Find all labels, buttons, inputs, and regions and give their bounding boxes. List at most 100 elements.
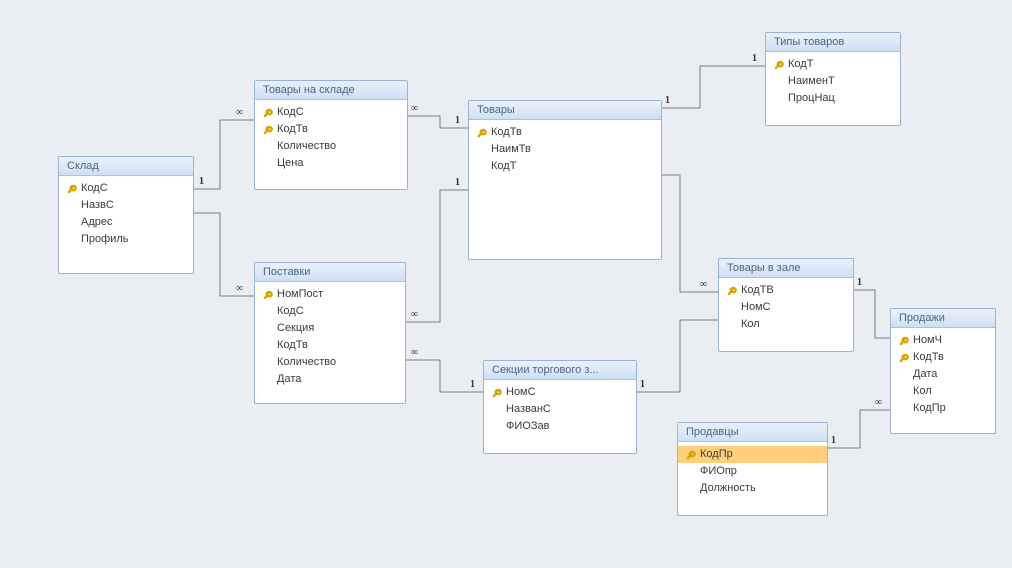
table-tovary[interactable]: Товары КодТв НаимТвКодТ [468,100,662,260]
field-name: Кол [739,317,760,332]
primary-key-icon [261,108,275,118]
field-name: КодТв [275,122,308,137]
card-1: 1 [470,379,475,390]
field-name: НаименТ [786,74,835,89]
card-1: 1 [665,95,670,106]
field-row[interactable]: КодТв [891,349,995,366]
table-title[interactable]: Товары на складе [255,81,407,100]
field-row[interactable]: КодС [255,303,405,320]
table-title[interactable]: Поставки [255,263,405,282]
field-name: Должность [698,481,756,496]
primary-key-icon [725,286,739,296]
field-row[interactable]: НомПост [255,286,405,303]
field-name: КодПр [911,401,946,416]
field-row[interactable]: КодТв [255,121,407,138]
primary-key-icon [772,60,786,70]
table-title[interactable]: Типы товаров [766,33,900,52]
key-icon [727,286,737,296]
field-row[interactable]: НаимТв [469,141,661,158]
field-name: Секция [275,321,314,336]
field-row[interactable]: КодТ [766,56,900,73]
field-row[interactable]: ФИОпр [678,463,827,480]
field-row[interactable]: Кол [891,383,995,400]
primary-key-icon [65,184,79,194]
field-name: НаимТв [489,142,531,157]
field-row[interactable]: КодТв [469,124,661,141]
card-inf: ∞ [875,397,882,408]
table-tovary-na-sklade[interactable]: Товары на складе КодСКодТв Количество Цена [254,80,408,190]
field-row[interactable]: ПроцНац [766,90,900,107]
primary-key-icon [490,388,504,398]
key-icon [899,336,909,346]
table-tipy-tovarov[interactable]: Типы товаров КодТ НаименТ ПроцНац [765,32,901,126]
field-row[interactable]: Количество [255,354,405,371]
field-row[interactable]: Адрес [59,214,193,231]
card-inf: ∞ [236,283,243,294]
card-inf: ∞ [700,279,707,290]
field-row[interactable]: Дата [891,366,995,383]
field-name: КодТв [911,350,944,365]
key-icon [263,290,273,300]
field-name: НомС [739,300,771,315]
card-1: 1 [455,177,460,188]
field-name: КодТв [489,125,522,140]
field-row[interactable]: Должность [678,480,827,497]
field-row[interactable]: ФИОЗав [484,418,636,435]
field-row[interactable]: КодПр [891,400,995,417]
field-row[interactable]: Количество [255,138,407,155]
field-row[interactable]: КодС [59,180,193,197]
field-row[interactable]: Дата [255,371,405,388]
field-name: Количество [275,139,336,154]
field-row[interactable]: КодТ [469,158,661,175]
field-row[interactable]: НаименТ [766,73,900,90]
field-row[interactable]: НомС [719,299,853,316]
card-1: 1 [752,53,757,64]
field-row[interactable]: НомС [484,384,636,401]
table-title[interactable]: Продавцы [678,423,827,442]
field-row[interactable]: НазванС [484,401,636,418]
key-icon [67,184,77,194]
card-1: 1 [640,379,645,390]
table-sklad[interactable]: Склад КодСНазвСАдресПрофиль [58,156,194,274]
field-row[interactable]: Профиль [59,231,193,248]
card-inf: ∞ [411,103,418,114]
field-name: Дата [911,367,937,382]
table-title[interactable]: Склад [59,157,193,176]
field-row[interactable]: НазвС [59,197,193,214]
table-sektsii[interactable]: Секции торгового з... НомСНазванС ФИОЗав [483,360,637,454]
field-row[interactable]: КодТВ [719,282,853,299]
field-name: ФИОпр [698,464,737,479]
field-row[interactable]: КодС [255,104,407,121]
field-row[interactable]: Цена [255,155,407,172]
field-name: КодТ [786,57,813,72]
card-inf: ∞ [411,309,418,320]
field-name: ПроцНац [786,91,835,106]
table-prodazhi[interactable]: Продажи НомЧ КодТв ДатаКолКодПр [890,308,996,434]
er-diagram-canvas[interactable]: 1 ∞ ∞ ∞ 1 1 1 1 ∞ ∞ 1 1 ∞ 1 ∞ 1 Склад Ко… [0,0,1012,568]
table-title[interactable]: Продажи [891,309,995,328]
table-title[interactable]: Товары [469,101,661,120]
field-row[interactable]: КодПр [678,446,827,463]
table-prodavtsy[interactable]: Продавцы КодПрФИОпр Должность [677,422,828,516]
table-fields: НомЧ КодТв ДатаКолКодПр [891,328,995,421]
field-row[interactable]: Секция [255,320,405,337]
table-tovary-v-zale[interactable]: Товары в зале КодТВНомС Кол [718,258,854,352]
field-row[interactable]: КодТв [255,337,405,354]
field-name: КодС [79,181,108,196]
card-1: 1 [831,435,836,446]
key-icon [263,108,273,118]
field-name: НомЧ [911,333,942,348]
field-row[interactable]: НомЧ [891,332,995,349]
card-inf: ∞ [411,347,418,358]
primary-key-icon [897,353,911,363]
field-name: НомПост [275,287,323,302]
field-name: НазванС [504,402,551,417]
field-name: ФИОЗав [504,419,549,434]
field-name: Количество [275,355,336,370]
table-title[interactable]: Секции торгового з... [484,361,636,380]
key-icon [263,125,273,135]
table-title[interactable]: Товары в зале [719,259,853,278]
field-row[interactable]: Кол [719,316,853,333]
field-name: Цена [275,156,303,171]
table-postavki[interactable]: Поставки НомПостКодССекцияКодТвКоличеств… [254,262,406,404]
